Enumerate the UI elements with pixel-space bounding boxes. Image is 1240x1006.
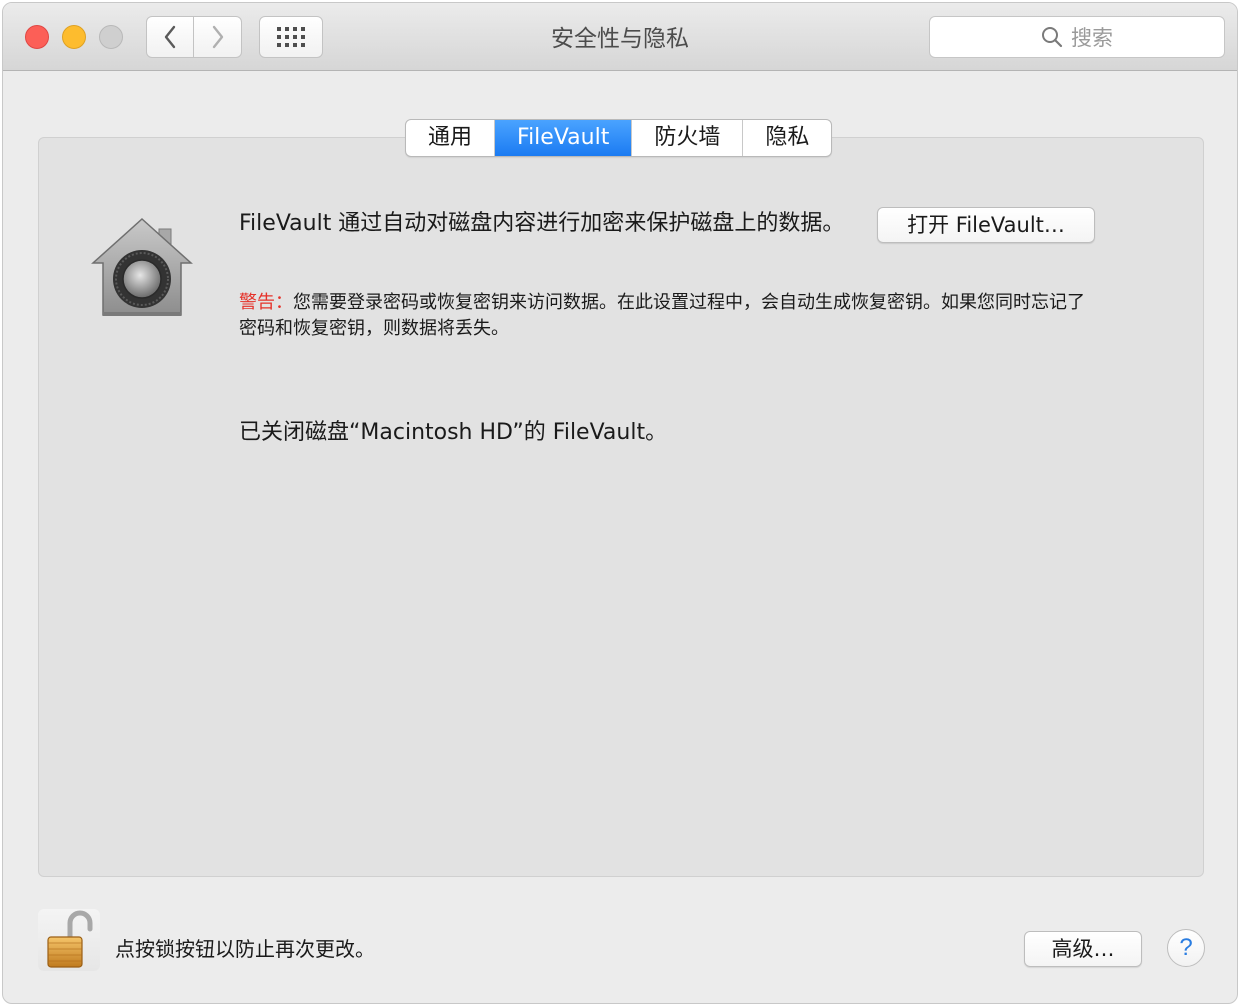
grid-icon (277, 27, 305, 47)
title-bar: 安全性与隐私 搜索 (3, 3, 1237, 71)
warning-message: 警告：您需要登录密码或恢复密钥来访问数据。在此设置过程中，会自动生成恢复密钥。如… (239, 290, 1089, 342)
tab-general[interactable]: 通用 (406, 120, 496, 156)
show-all-button[interactable] (259, 16, 323, 58)
tab-filevault[interactable]: FileVault (495, 120, 633, 156)
lock-button[interactable] (38, 909, 100, 971)
tab-bar: 通用 FileVault 防火墙 隐私 (405, 119, 833, 157)
back-button[interactable] (146, 16, 194, 58)
turn-on-filevault-button[interactable]: 打开 FileVault… (877, 207, 1095, 243)
forward-button[interactable] (194, 16, 242, 58)
search-icon (1042, 27, 1063, 48)
warning-label: 警告： (239, 292, 293, 313)
close-icon[interactable] (25, 25, 49, 49)
tab-firewall[interactable]: 防火墙 (632, 120, 744, 156)
minimize-icon[interactable] (62, 25, 86, 49)
search-field[interactable]: 搜索 (929, 16, 1225, 58)
content-panel (38, 137, 1204, 877)
search-placeholder: 搜索 (1071, 26, 1113, 50)
zoom-icon[interactable] (99, 25, 123, 49)
chevron-right-icon (212, 25, 223, 49)
advanced-button[interactable]: 高级… (1024, 931, 1142, 967)
chevron-left-icon (164, 25, 176, 49)
help-button[interactable]: ? (1167, 929, 1205, 967)
tab-privacy[interactable]: 隐私 (743, 120, 831, 156)
preferences-window: 安全性与隐私 搜索 通用 FileVault 防火墙 隐私 FileVault … (2, 2, 1238, 1004)
filevault-house-icon (91, 217, 193, 316)
warning-text: 您需要登录密码或恢复密钥来访问数据。在此设置过程中，会自动生成恢复密钥。如果您同… (239, 292, 1085, 339)
filevault-status: 已关闭磁盘“Macintosh HD”的 FileVault。 (239, 420, 668, 445)
filevault-description: FileVault 通过自动对磁盘内容进行加密来保护磁盘上的数据。 (239, 211, 845, 236)
lock-hint: 点按锁按钮以防止再次更改。 (115, 937, 375, 961)
padlock-open-icon (47, 910, 93, 968)
